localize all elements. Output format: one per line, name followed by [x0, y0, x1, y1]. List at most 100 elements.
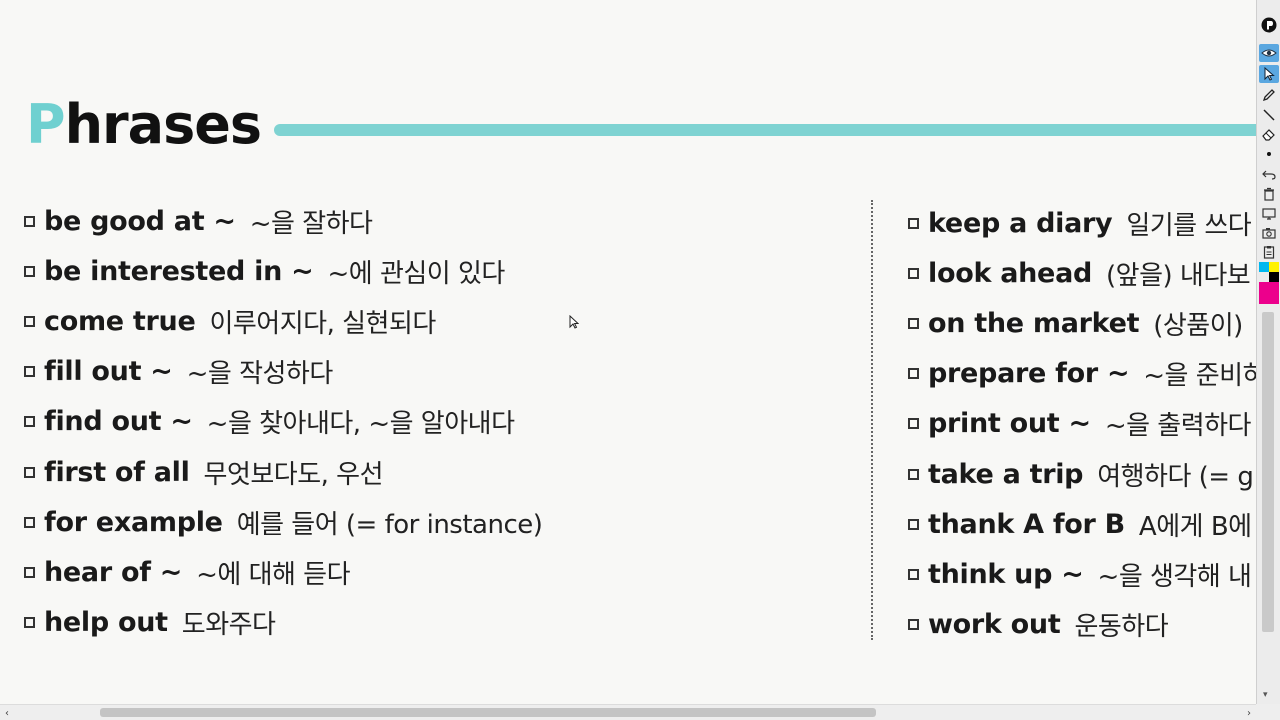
pen-icon[interactable]: [1259, 86, 1279, 104]
checkbox[interactable]: [24, 265, 35, 277]
phrase-english: on the market: [928, 307, 1140, 339]
phrase-korean: ~을 생각해 내: [1097, 561, 1252, 592]
phrase-korean: 무엇보다도, 우선: [203, 459, 384, 490]
color-palette: [1259, 262, 1279, 304]
phrase-korean: ~에 관심이 있다: [327, 258, 505, 289]
phrase-row: hear of ~ ~에 대해 듣다: [24, 547, 844, 597]
phrase-row: find out ~ ~을 찾아내다, ~을 알아내다: [24, 397, 844, 447]
phrase-row: be good at ~ ~을 잘하다: [24, 196, 844, 246]
phrase-english: thank A for B: [928, 508, 1125, 540]
phrase-english: hear of ~: [44, 556, 183, 588]
title-first-letter: P: [26, 93, 66, 156]
checkbox[interactable]: [24, 416, 35, 428]
scroll-left-arrow-icon[interactable]: ‹: [0, 706, 14, 720]
phrase-korean: ~을 준비하: [1143, 361, 1256, 392]
trash-icon[interactable]: [1259, 185, 1279, 203]
swatch-magenta[interactable]: [1259, 282, 1279, 304]
swatch-cyan[interactable]: [1259, 262, 1269, 272]
checkbox[interactable]: [908, 518, 919, 530]
undo-icon[interactable]: [1259, 165, 1279, 183]
phrase-list-left: be good at ~ ~을 잘하다 be interested in ~ ~에 …: [24, 196, 844, 648]
phrase-english: first of all: [44, 456, 190, 488]
phrase-row: be interested in ~ ~에 관심이 있다: [24, 246, 844, 296]
phrase-korean: ~을 찾아내다, ~을 알아내다: [206, 409, 515, 440]
checkbox[interactable]: [908, 368, 919, 380]
checkbox[interactable]: [908, 568, 919, 580]
checkbox[interactable]: [24, 466, 35, 478]
eye-icon[interactable]: [1259, 44, 1279, 62]
phrase-row: keep a diary 일기를 쓰다: [908, 198, 1256, 248]
checkbox[interactable]: [908, 619, 919, 631]
document-page: Phrases be good at ~ ~을 잘하다 be interested…: [0, 0, 1256, 704]
phrase-english: print out ~: [928, 408, 1091, 440]
phrase-english: find out ~: [44, 406, 193, 438]
checkbox[interactable]: [908, 217, 919, 229]
swatch-yellow[interactable]: [1269, 262, 1279, 272]
title-underline-bar: [274, 124, 1256, 136]
clipboard-icon[interactable]: [1259, 243, 1279, 261]
phrase-row: help out 도와주다: [24, 598, 844, 648]
phrase-row: come true 이루어지다, 실현되다: [24, 296, 844, 346]
phrase-korean: A에게 B에: [1138, 511, 1252, 542]
phrase-row: on the market (상품이): [908, 298, 1256, 348]
phrase-row: fill out ~ ~을 작성하다: [24, 347, 844, 397]
phrase-row: take a trip 여행하다 (= g: [908, 449, 1256, 499]
phrase-row: thank A for B A에게 B에: [908, 499, 1256, 549]
phrase-english: for example: [44, 506, 223, 538]
phrase-english: be interested in ~: [44, 255, 314, 287]
phrase-english: prepare for ~: [928, 358, 1130, 390]
phrase-row: think up ~ ~을 생각해 내: [908, 549, 1256, 599]
phrase-english: fill out ~: [44, 356, 173, 388]
annotation-toolbar: ▾: [1256, 0, 1280, 704]
checkbox[interactable]: [908, 418, 919, 430]
phrase-korean: ~에 대해 듣다: [196, 559, 351, 590]
scroll-right-arrow-icon[interactable]: ›: [1242, 706, 1256, 720]
pointer-icon[interactable]: [1259, 65, 1279, 83]
phrase-list-right: keep a diary 일기를 쓰다 look ahead (앞을) 내다보 on…: [908, 198, 1256, 650]
checkbox[interactable]: [908, 317, 919, 329]
checkbox[interactable]: [24, 516, 35, 528]
document-viewport[interactable]: Phrases be good at ~ ~을 잘하다 be interested…: [0, 0, 1256, 704]
clear-screen-icon[interactable]: [1259, 205, 1279, 223]
phrase-english: work out: [928, 609, 1061, 641]
vertical-scrollbar-thumb[interactable]: [1262, 312, 1274, 632]
checkbox[interactable]: [24, 315, 35, 327]
camera-icon[interactable]: [1259, 224, 1279, 242]
eraser-icon[interactable]: [1259, 125, 1279, 143]
phrase-english: be good at ~: [44, 205, 236, 237]
checkbox[interactable]: [24, 215, 35, 227]
phrase-korean: 운동하다: [1074, 612, 1169, 643]
phrase-english: take a trip: [928, 458, 1084, 490]
app-logo-icon[interactable]: [1259, 16, 1279, 34]
phrase-korean: 이루어지다, 실현되다: [209, 308, 436, 339]
phrase-row: print out ~ ~을 출력하다: [908, 399, 1256, 449]
phrase-korean: (앞을) 내다보: [1106, 260, 1251, 291]
horizontal-scrollbar[interactable]: ‹ ›: [0, 704, 1256, 720]
phrase-row: prepare for ~ ~을 준비하: [908, 349, 1256, 399]
scroll-down-arrow-icon[interactable]: ▾: [1263, 690, 1268, 700]
checkbox[interactable]: [908, 267, 919, 279]
column-divider: [871, 200, 873, 640]
phrase-korean: 일기를 쓰다: [1126, 210, 1252, 241]
dot-icon[interactable]: [1259, 145, 1279, 163]
phrase-row: for example 예를 들어 (= for instance): [24, 497, 844, 547]
phrase-row: first of all 무엇보다도, 우선: [24, 447, 844, 497]
phrase-korean: ~을 출력하다: [1104, 411, 1252, 442]
checkbox[interactable]: [908, 468, 919, 480]
checkbox[interactable]: [24, 366, 35, 378]
phrase-english: think up ~: [928, 558, 1084, 590]
phrase-english: look ahead: [928, 257, 1093, 289]
phrase-row: look ahead (앞을) 내다보: [908, 248, 1256, 298]
line-icon[interactable]: [1259, 106, 1279, 124]
phrase-korean: ~을 작성하다: [186, 359, 334, 390]
phrase-row: work out 운동하다: [908, 600, 1256, 650]
scrollbar-corner: [1256, 704, 1280, 720]
horizontal-scrollbar-thumb[interactable]: [100, 708, 876, 717]
page-title: Phrases: [26, 93, 262, 156]
phrase-korean: 도와주다: [181, 610, 276, 641]
checkbox[interactable]: [24, 566, 35, 578]
phrase-korean: ~을 잘하다: [249, 208, 373, 239]
swatch-black[interactable]: [1269, 272, 1279, 282]
phrase-korean: 예를 들어 (= for instance): [236, 509, 543, 540]
checkbox[interactable]: [24, 617, 35, 629]
